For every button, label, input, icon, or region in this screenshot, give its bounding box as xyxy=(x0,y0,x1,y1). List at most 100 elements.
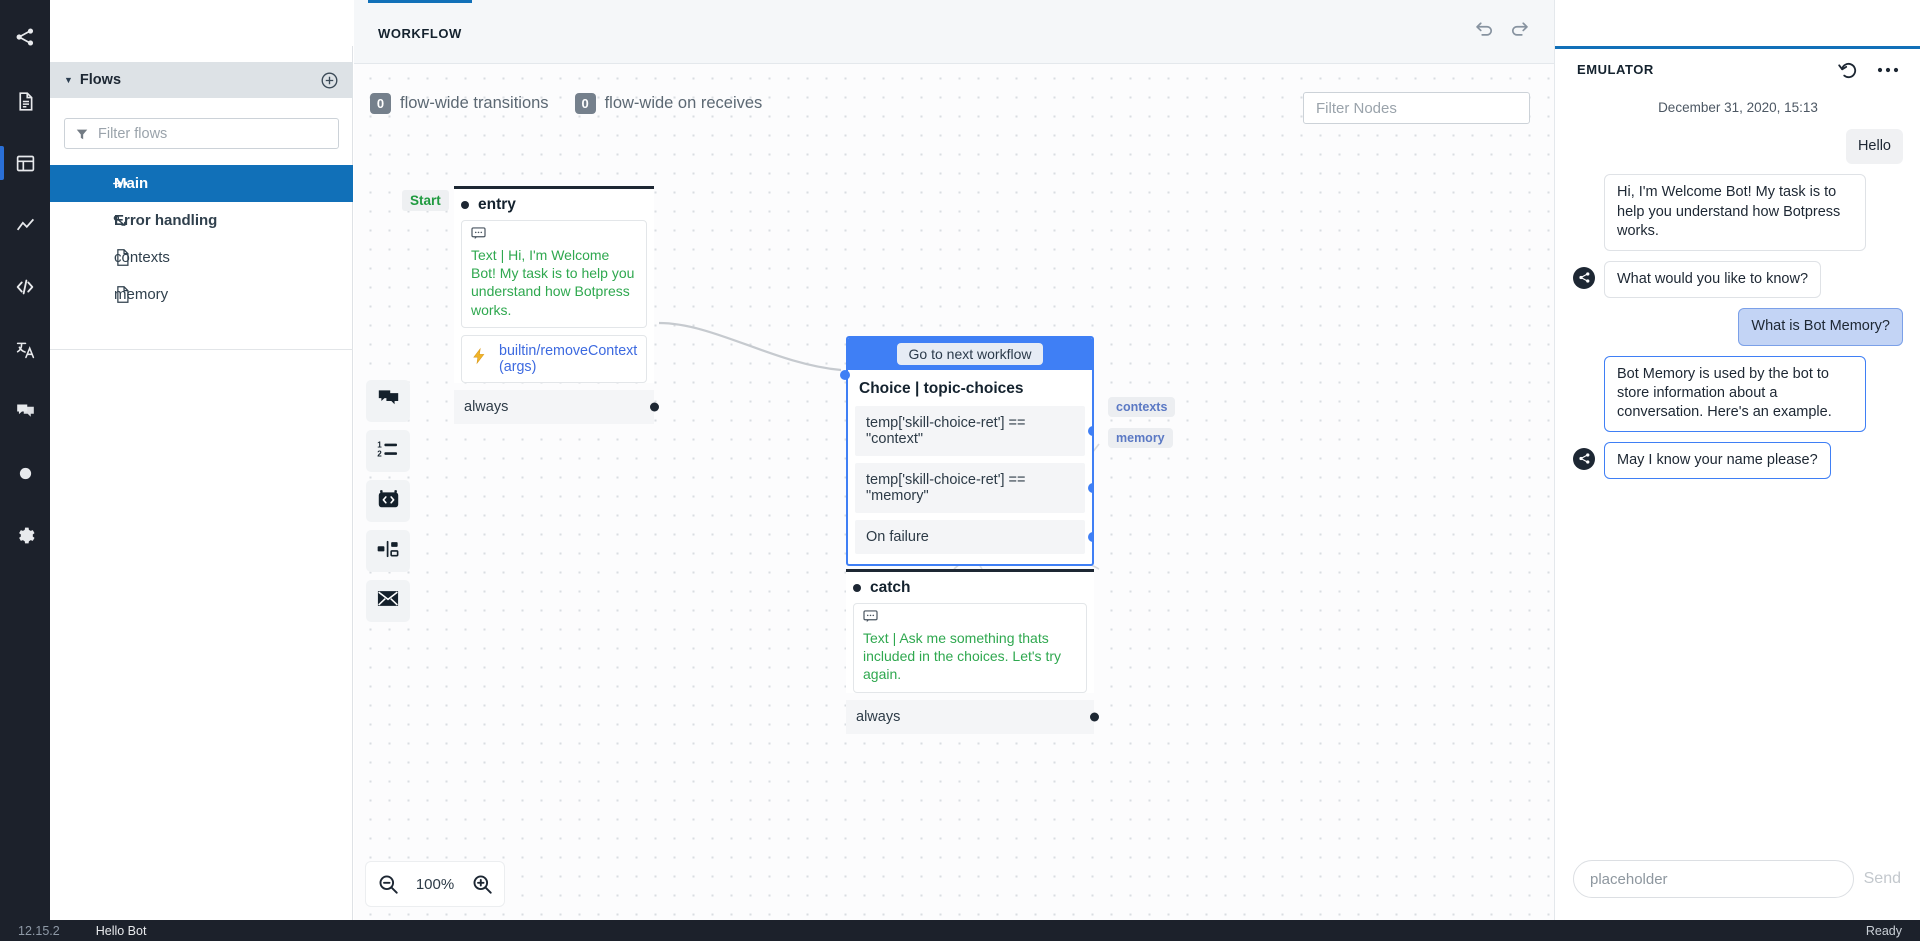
undo-icon[interactable] xyxy=(1474,20,1494,38)
share-nodes-icon xyxy=(14,26,36,48)
flow-arrow-icon xyxy=(113,177,130,190)
node-choice-title: Choice | topic-choices xyxy=(848,370,1092,406)
go-to-next-workflow-button[interactable]: Go to next workflow xyxy=(897,343,1044,365)
filter-nodes-box[interactable] xyxy=(1303,92,1530,124)
node-entry[interactable]: Start entry xyxy=(454,186,654,424)
node-choice-row[interactable]: temp['skill-choice-ret'] == "memory" xyxy=(855,463,1085,513)
node-dot-icon xyxy=(461,201,469,209)
flows-panel-title: Flows xyxy=(80,72,320,88)
reset-history-icon[interactable] xyxy=(1838,60,1859,80)
palette-say-something[interactable] xyxy=(366,380,410,422)
flow-wide-on-receives-count: 0 xyxy=(575,93,596,114)
node-entry-output-port[interactable] xyxy=(650,402,659,411)
code-icon xyxy=(14,276,36,298)
chat-message-row: Hi, I'm Welcome Bot! My task is to help … xyxy=(1573,174,1903,250)
error-flow-icon xyxy=(113,214,130,228)
filter-nodes-input[interactable] xyxy=(1316,100,1517,117)
rail-item-nlu[interactable] xyxy=(0,448,50,498)
avatar xyxy=(1573,267,1595,289)
node-entry-say-card[interactable]: Text | Hi, I'm Welcome Bot! My task is t… xyxy=(461,220,647,328)
zoom-out-button[interactable] xyxy=(366,862,410,906)
translate-icon xyxy=(15,339,36,360)
flow-wide-on-receives[interactable]: 0 flow-wide on receives xyxy=(575,93,763,114)
node-entry-body: Text | Hi, I'm Welcome Bot! My task is t… xyxy=(454,220,654,383)
node-choice-row[interactable]: temp['skill-choice-ret'] == "context" xyxy=(855,406,1085,456)
node-choice[interactable]: Go to next workflow Choice | topic-choic… xyxy=(846,336,1094,566)
rail-item-conversations[interactable] xyxy=(0,386,50,436)
filter-flows-box[interactable] xyxy=(64,118,339,149)
rail-item-code-editor[interactable] xyxy=(0,262,50,312)
chevron-down-icon[interactable]: ▼ xyxy=(64,76,73,85)
palette-send-email[interactable] xyxy=(366,580,410,622)
email-icon xyxy=(377,590,399,612)
node-entry-say-prefix: Text | xyxy=(471,247,508,263)
palette-router[interactable] xyxy=(366,530,410,572)
flow-list: Main Error handling contexts xyxy=(50,165,353,313)
chat-message-row: Bot Memory is used by the bot to store i… xyxy=(1573,356,1903,432)
sidebar-item-error-handling[interactable]: Error handling xyxy=(50,202,353,239)
palette-execute[interactable] xyxy=(366,480,410,522)
left-icon-rail xyxy=(0,0,50,920)
split-router-icon xyxy=(377,540,399,563)
node-entry-say-text: Text | Hi, I'm Welcome Bot! My task is t… xyxy=(471,246,637,319)
node-catch-header: catch xyxy=(846,572,1094,603)
node-choice-row[interactable]: On failure xyxy=(855,520,1085,554)
node-entry-action-card[interactable]: builtin/removeContext (args) xyxy=(461,335,647,383)
plus-circle-icon[interactable] xyxy=(320,71,339,90)
palette-choice[interactable]: 1 2 xyxy=(366,430,410,472)
port-chip-contexts[interactable]: contexts xyxy=(1108,397,1175,417)
rail-item-translations[interactable] xyxy=(0,324,50,374)
tab-workflow-label: WORKFLOW xyxy=(378,26,462,41)
rail-item-flows-share[interactable] xyxy=(0,12,50,62)
rail-item-settings[interactable] xyxy=(0,510,50,560)
zoom-controls: 100% xyxy=(366,862,504,906)
sidebar-item-memory[interactable]: memory xyxy=(50,276,353,313)
chat-bubble-bot-highlighted: Bot Memory is used by the bot to store i… xyxy=(1604,356,1866,432)
tab-workflow[interactable]: WORKFLOW xyxy=(368,0,472,64)
flows-panel-header: ▼ Flows xyxy=(50,62,353,98)
redo-icon[interactable] xyxy=(1510,20,1530,38)
execute-code-icon xyxy=(378,489,399,514)
emulator-input-row: Send xyxy=(1555,860,1920,898)
emulator-chat: December 31, 2020, 15:13 Hello Hi, I'm W… xyxy=(1555,100,1920,820)
chat-bubbles-icon xyxy=(15,401,36,422)
filter-flows-input[interactable] xyxy=(98,126,328,142)
undo-redo-group xyxy=(1474,20,1530,38)
file-icon xyxy=(115,286,130,303)
app-root: ▼ Flows xyxy=(0,0,1920,941)
rail-item-analytics[interactable] xyxy=(0,200,50,250)
node-choice-output-port[interactable] xyxy=(1088,426,1094,436)
node-choice-output-port[interactable] xyxy=(1088,532,1094,542)
chat-bubble-bot: Hi, I'm Welcome Bot! My task is to help … xyxy=(1604,174,1866,250)
port-chip-memory[interactable]: memory xyxy=(1108,428,1173,448)
say-something-icon xyxy=(378,389,399,413)
sidebar-item-main[interactable]: Main xyxy=(50,165,353,202)
node-catch-output-port[interactable] xyxy=(1090,712,1099,721)
node-choice-outline: Go to next workflow Choice | topic-choic… xyxy=(846,336,1094,566)
chat-bubble-bot-highlighted: May I know your name please? xyxy=(1604,442,1831,479)
analytics-chart-icon xyxy=(15,215,36,236)
sidebar-item-contexts[interactable]: contexts xyxy=(50,239,353,276)
node-choice-output-port[interactable] xyxy=(1088,483,1094,493)
node-entry-title: entry xyxy=(478,196,516,214)
node-choice-input-port[interactable] xyxy=(840,370,850,380)
status-state: Ready xyxy=(1866,924,1902,938)
layout-panel-icon xyxy=(15,153,36,174)
send-button[interactable]: Send xyxy=(1864,870,1903,888)
rail-item-content[interactable] xyxy=(0,76,50,126)
flow-wide-transitions-label: flow-wide transitions xyxy=(400,94,549,113)
more-options-icon[interactable] xyxy=(1877,66,1899,74)
node-dot-icon xyxy=(853,584,861,592)
flow-wide-transitions[interactable]: 0 flow-wide transitions xyxy=(370,93,549,114)
rail-item-flows[interactable] xyxy=(0,138,50,188)
flow-wide-badges: 0 flow-wide transitions 0 flow-wide on r… xyxy=(370,93,762,114)
node-entry-transition[interactable]: always xyxy=(454,390,654,424)
flow-canvas[interactable]: 0 flow-wide transitions 0 flow-wide on r… xyxy=(354,64,1554,920)
emulator-message-input[interactable] xyxy=(1573,860,1854,898)
node-catch-transition[interactable]: always xyxy=(846,700,1094,734)
workflow-header: WORKFLOW xyxy=(354,0,1554,64)
node-catch[interactable]: catch Text | Ask m xyxy=(846,569,1094,734)
node-catch-say-card[interactable]: Text | Ask me something thats included i… xyxy=(853,603,1087,693)
chat-message-row: Hello xyxy=(1573,129,1903,164)
zoom-in-button[interactable] xyxy=(460,862,504,906)
